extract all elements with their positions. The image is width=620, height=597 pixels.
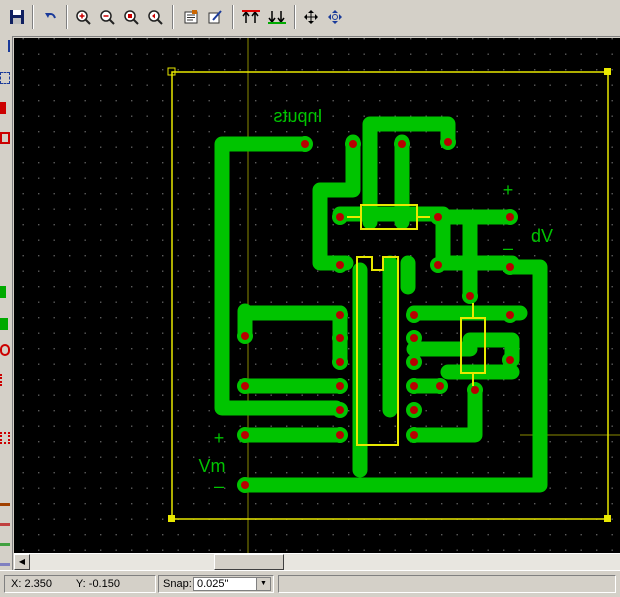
zoom-out-button[interactable] <box>96 6 118 28</box>
smd-pad-tool-button[interactable] <box>0 132 10 144</box>
pan-button[interactable] <box>300 6 322 28</box>
vm-minus-label: – <box>214 476 224 496</box>
zoom-previous-icon <box>148 10 163 25</box>
toolbar <box>0 0 620 37</box>
scroll-thumb[interactable] <box>214 554 284 570</box>
pcb-canvas[interactable]: Inputs Vb Vm + – + – <box>14 38 620 553</box>
layer-swatch-1[interactable] <box>0 494 10 506</box>
zoom-in-button[interactable] <box>72 6 94 28</box>
properties-button[interactable] <box>180 6 202 28</box>
save-button[interactable] <box>6 6 28 28</box>
scroll-left-button[interactable]: ◀ <box>14 554 30 570</box>
zoom-previous-button[interactable] <box>144 6 166 28</box>
undo-button[interactable] <box>40 6 62 28</box>
x-value: 2.350 <box>24 578 52 590</box>
layer-bottom-icon <box>268 11 286 24</box>
zoom-fit-icon <box>124 10 139 25</box>
zoom-out-icon <box>100 10 115 25</box>
snap-label: Snap: <box>163 578 192 590</box>
move-arrows-icon <box>304 10 318 24</box>
layer-top-button[interactable] <box>240 6 262 28</box>
status-bar: X: 2.350 Y: -0.150 Snap: 0.025" ▼ <box>0 570 620 597</box>
vb-minus-label: – <box>503 238 513 258</box>
polygon-tool-button[interactable] <box>0 318 8 330</box>
zoom-in-icon <box>76 10 91 25</box>
layer-swatch-4[interactable] <box>0 554 10 566</box>
layer-swatch-2[interactable] <box>0 514 10 526</box>
label-inputs: Inputs <box>273 106 322 126</box>
component-tool-button[interactable] <box>0 432 10 444</box>
edit-icon <box>208 10 222 24</box>
arc-tool-button[interactable] <box>0 402 10 414</box>
y-value: -0.150 <box>88 578 120 590</box>
fill-tool-button[interactable] <box>0 286 6 298</box>
y-label: Y: <box>75 578 86 590</box>
select-tool-button[interactable] <box>0 40 10 52</box>
trace-tool-button[interactable] <box>0 162 10 174</box>
snap-value: 0.025" <box>197 578 229 590</box>
properties-icon <box>184 10 198 24</box>
pad-tool-button[interactable] <box>0 102 6 114</box>
layer-swatch-3[interactable] <box>0 534 10 546</box>
zoom-fit-button[interactable] <box>120 6 142 28</box>
layer-bottom-button[interactable] <box>266 6 288 28</box>
layer-top-icon <box>242 10 260 23</box>
circle-tool-button[interactable] <box>0 344 10 356</box>
x-label: X: <box>11 578 22 590</box>
label-vm: Vm <box>199 456 226 476</box>
status-message-panel <box>278 575 616 593</box>
label-vb: Vb <box>531 226 553 246</box>
snap-panel: Snap: 0.025" ▼ <box>158 575 274 593</box>
undo-arrow-icon <box>45 13 56 19</box>
vb-plus-label: + <box>503 180 514 200</box>
line-tool-button[interactable] <box>0 374 10 386</box>
edit-button[interactable] <box>204 6 226 28</box>
move-button[interactable] <box>324 6 346 28</box>
coordinate-panel: X: 2.350 Y: -0.150 <box>4 575 156 593</box>
tool-sidebar <box>0 36 13 572</box>
floppy-disk-icon <box>10 10 24 24</box>
chevron-down-icon[interactable]: ▼ <box>256 578 270 590</box>
snap-select[interactable]: 0.025" ▼ <box>193 577 271 591</box>
vm-plus-label: + <box>214 428 225 448</box>
horizontal-scrollbar[interactable]: ◀ <box>14 553 620 570</box>
area-select-tool-button[interactable] <box>0 72 10 84</box>
move-cross-icon <box>328 10 342 24</box>
